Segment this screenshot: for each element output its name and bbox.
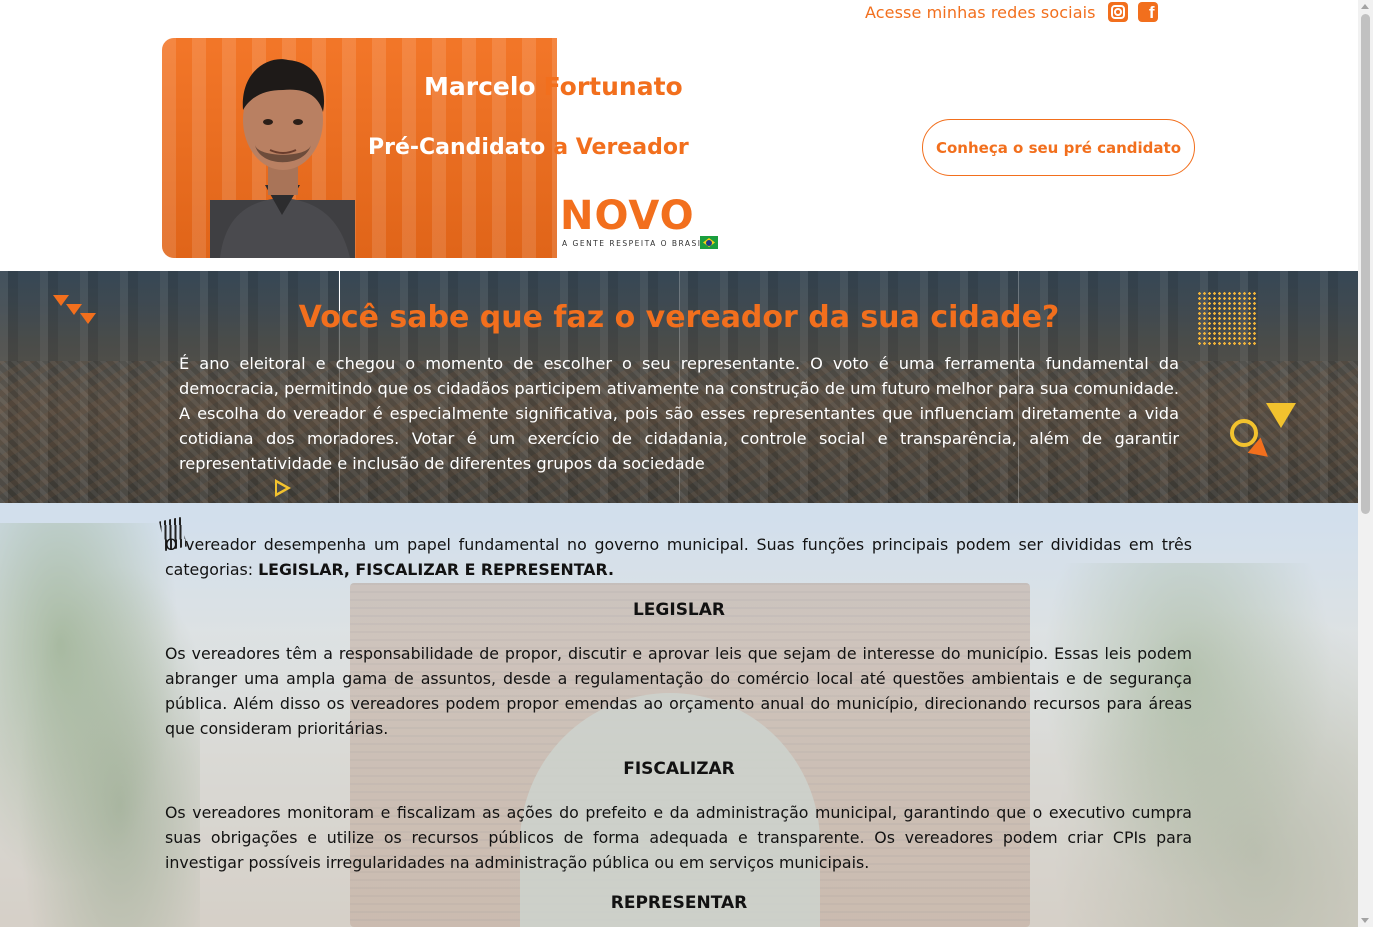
page-scrollbar[interactable] xyxy=(1358,0,1373,927)
section-heading-legislar: LEGISLAR xyxy=(632,600,726,620)
facebook-icon[interactable]: f xyxy=(1137,2,1158,22)
role-part-b: a Vereador xyxy=(553,135,689,160)
section-heading-representar: REPRESENTAR xyxy=(610,893,748,913)
page: Acesse minhas redes sociais f Marcelo Fo… xyxy=(0,0,1358,927)
social-links: Acesse minhas redes sociais f xyxy=(865,0,1158,24)
social-label: Acesse minhas redes sociais xyxy=(865,2,1096,22)
triangle-deco-icon xyxy=(1266,403,1296,428)
scroll-down-icon[interactable] xyxy=(1361,918,1369,923)
brazil-flag-icon xyxy=(700,236,718,249)
play-triangle-deco-icon xyxy=(275,479,291,497)
last-name: Fortunato xyxy=(543,72,683,101)
content-section: O vereador desempenha um papel fundament… xyxy=(0,503,1358,927)
hero-text: É ano eleitoral e chegou o momento de es… xyxy=(179,354,1179,473)
section-heading-fiscalizar: FISCALIZAR xyxy=(623,759,735,779)
circle-deco-icon xyxy=(1230,419,1258,447)
meet-candidate-button[interactable]: Conheça o seu pré candidato xyxy=(922,119,1195,176)
candidate-photo xyxy=(210,59,355,258)
first-name: Marcelo xyxy=(424,72,536,101)
section-text-legislar: Os vereadores têm a responsabilidade de … xyxy=(165,644,1192,738)
scroll-up-icon[interactable] xyxy=(1361,4,1369,9)
instagram-icon[interactable] xyxy=(1107,2,1128,22)
role-part-a: Pré-Candidato xyxy=(368,135,546,160)
hero-section: Você sabe que faz o vereador da sua cida… xyxy=(0,271,1358,503)
scrollbar-thumb[interactable] xyxy=(1361,14,1370,514)
intro-text-bold: LEGISLAR, FISCALIZAR E REPRESENTAR. xyxy=(258,560,614,579)
section-text-fiscalizar: Os vereadores monitoram e fiscalizam as … xyxy=(165,803,1192,872)
party-tagline: A GENTE RESPEITA O BRASIL xyxy=(562,239,708,248)
hero-title: Você sabe que faz o vereador da sua cida… xyxy=(298,300,1060,335)
candidate-name: Marcelo Fortunato xyxy=(424,72,683,101)
candidate-banner: Marcelo Fortunato Pré-Candidato a Veread… xyxy=(162,38,719,258)
party-logo: NOVO xyxy=(560,193,695,239)
candidate-role: Pré-Candidato a Vereador xyxy=(368,135,689,160)
intro-text: O vereador desempenha um papel fundament… xyxy=(165,532,1192,582)
